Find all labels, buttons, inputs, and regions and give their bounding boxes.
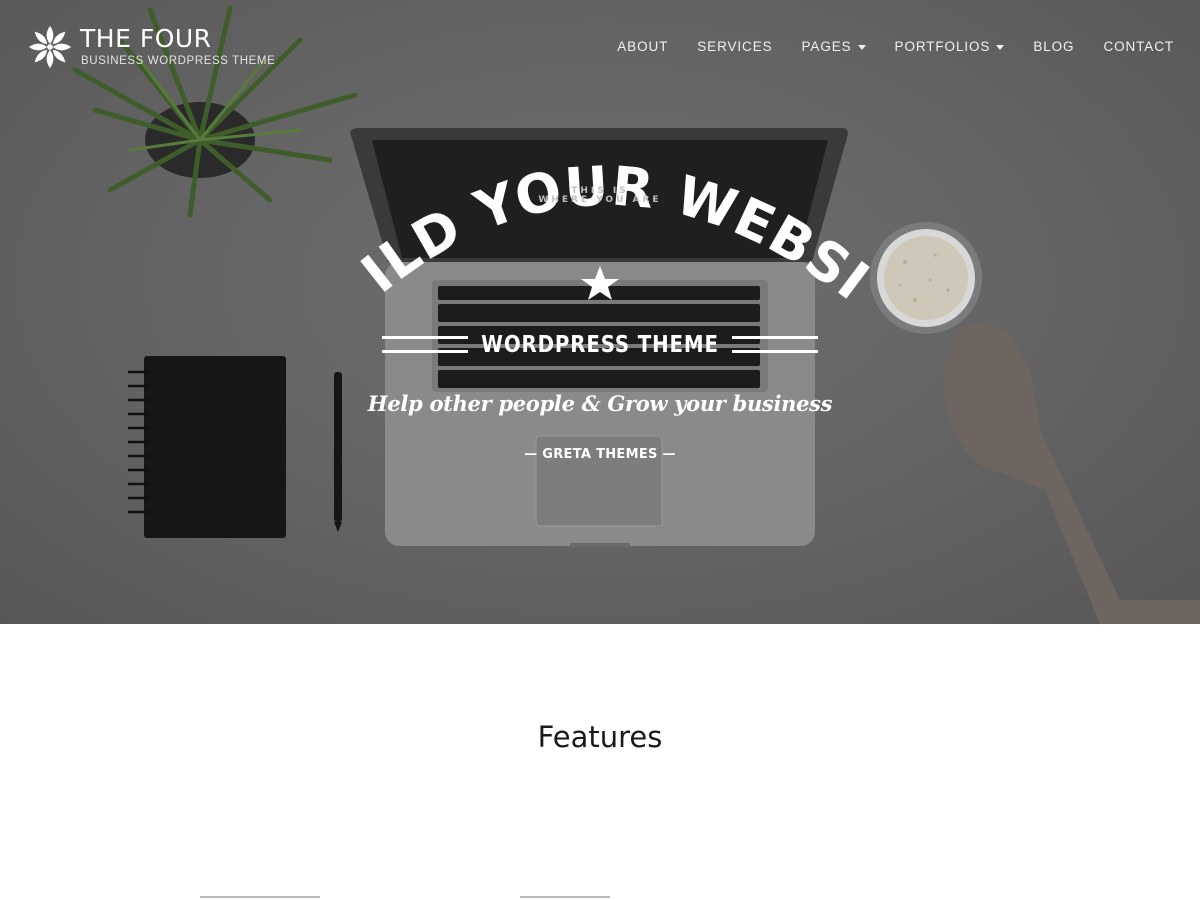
hero-subtitle: Help other people & Grow your business (367, 391, 833, 416)
features-section: Features (0, 624, 1200, 900)
hero-badge-text: WORDPRESS THEME (481, 332, 719, 358)
hero-section: BUILD YOUR WEBSITE THIS IS WHERE YOU ARE (0, 0, 1200, 624)
content-peek (200, 896, 320, 898)
hero-content: WORDPRESS THEME Help other people & Grow… (0, 0, 1200, 624)
hero-credit-text: GRETA THEMES (542, 447, 658, 462)
section-title: Features (537, 720, 663, 754)
content-peek (520, 896, 610, 898)
hero-credit: — GRETA THEMES — (524, 447, 676, 462)
hero-badge: WORDPRESS THEME (380, 330, 820, 360)
